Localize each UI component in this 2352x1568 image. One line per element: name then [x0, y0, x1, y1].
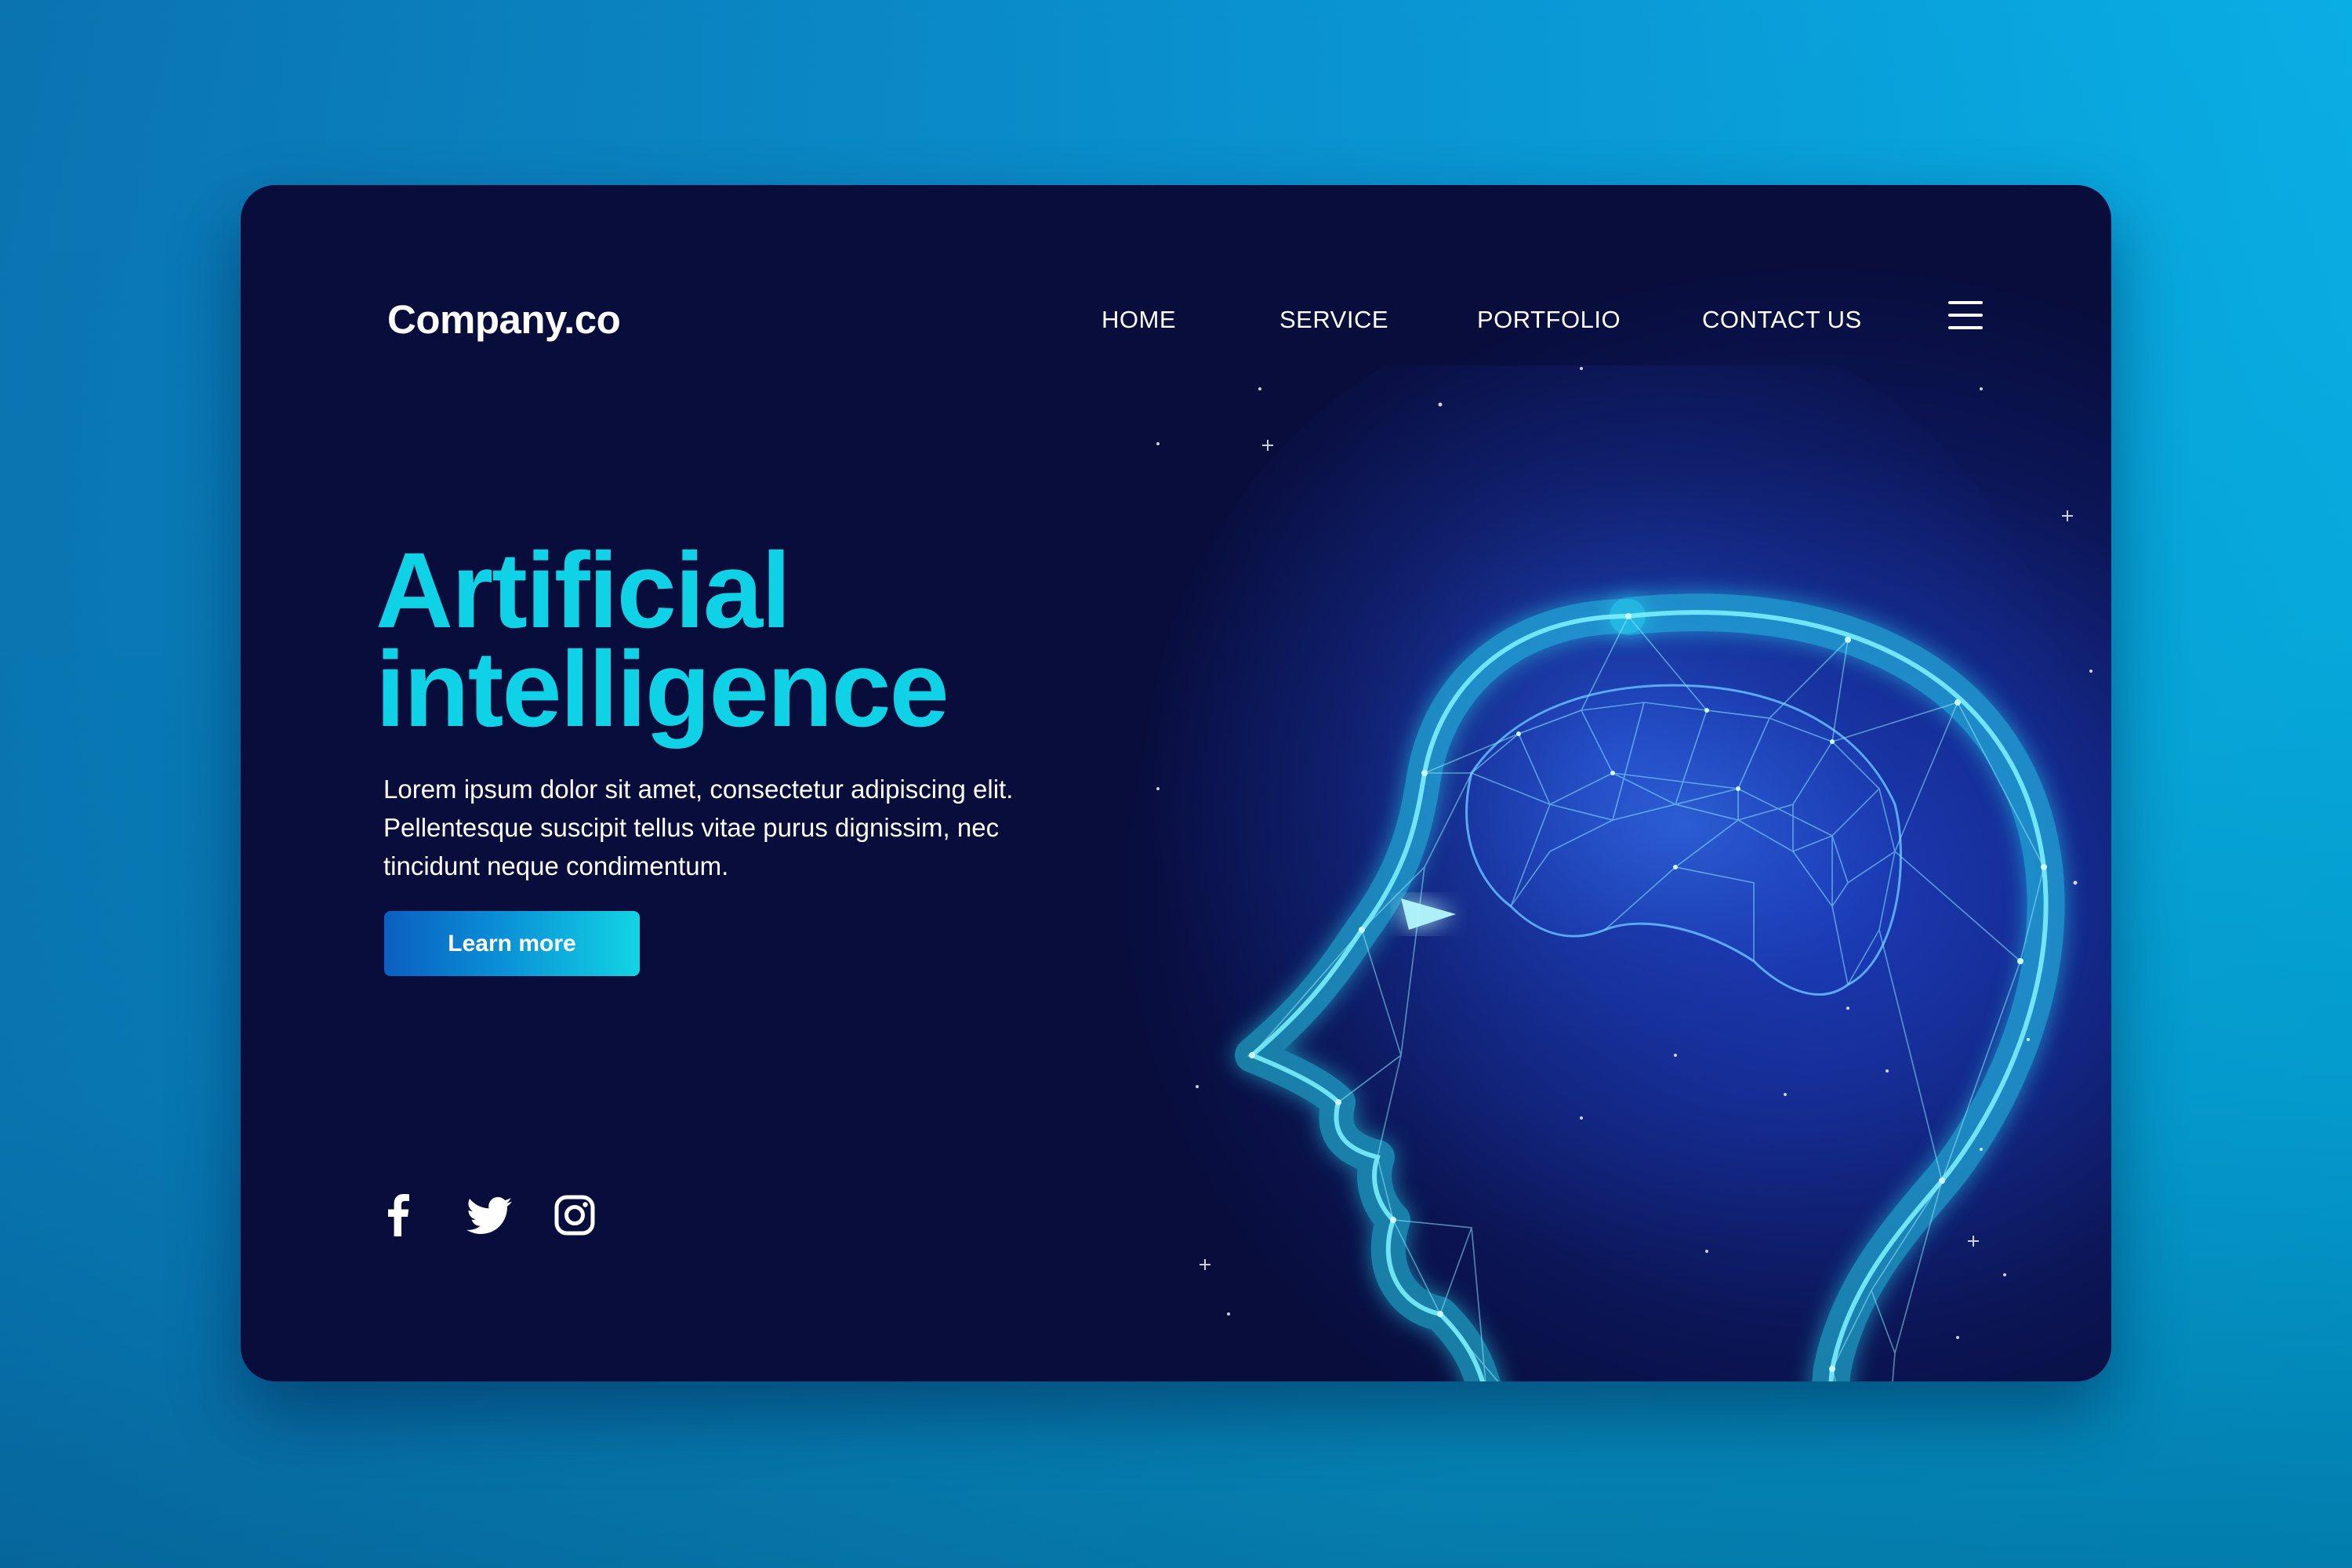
twitter-icon[interactable]: [466, 1192, 512, 1240]
facebook-icon[interactable]: [387, 1192, 410, 1240]
hamburger-menu-icon[interactable]: [1948, 301, 1983, 329]
hero-title: Artificial intelligence: [376, 531, 949, 750]
nav-service[interactable]: SERVICE: [1279, 306, 1388, 334]
hero-title-line-1: Artificial: [376, 531, 791, 651]
landing-card: Company.co HOME SERVICE PORTFOLIO CONTAC…: [241, 185, 2111, 1381]
instagram-icon[interactable]: [554, 1192, 595, 1240]
hero-title-line-2: intelligence: [376, 630, 949, 750]
polygonal-human-head-illustration: [1142, 365, 2111, 1381]
nav-contact-us[interactable]: CONTACT US: [1702, 306, 1862, 334]
main-nav: HOME SERVICE PORTFOLIO CONTACT US: [241, 306, 2111, 345]
learn-more-button[interactable]: Learn more: [384, 911, 640, 976]
nav-portfolio[interactable]: PORTFOLIO: [1477, 306, 1621, 334]
hero-description: Lorem ipsum dolor sit amet, consectetur …: [383, 775, 1014, 880]
nav-home[interactable]: HOME: [1102, 306, 1176, 334]
